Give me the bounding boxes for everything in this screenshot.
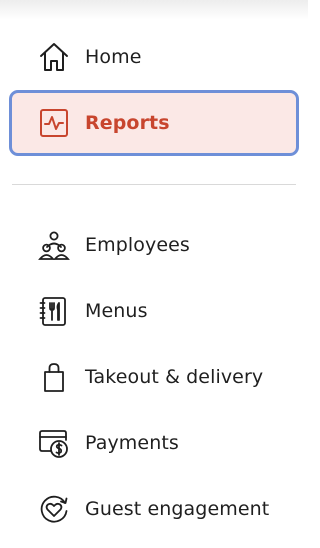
nav-item-guest-engagement[interactable]: Guest engagement	[0, 489, 308, 529]
nav-item-takeout-delivery[interactable]: Takeout & delivery	[0, 357, 308, 397]
nav-divider	[12, 184, 296, 185]
employees-icon	[37, 228, 71, 262]
nav-item-label: Takeout & delivery	[85, 366, 264, 388]
nav-item-reports[interactable]: Reports	[9, 90, 299, 156]
nav-item-menus[interactable]: Menus	[0, 291, 308, 331]
menus-icon	[37, 294, 71, 328]
nav-item-employees[interactable]: Employees	[0, 225, 308, 265]
guest-engagement-icon	[37, 492, 71, 526]
home-icon	[37, 40, 71, 74]
nav-item-label: Employees	[85, 234, 190, 256]
top-shadow	[0, 0, 308, 20]
nav-item-label: Menus	[85, 300, 148, 322]
shopping-bag-icon	[37, 360, 71, 394]
nav-item-payments[interactable]: Payments	[0, 423, 308, 463]
payments-icon	[37, 426, 71, 460]
nav-item-label: Payments	[85, 432, 179, 454]
nav-item-label: Guest engagement	[85, 498, 270, 520]
nav-item-label: Home	[85, 46, 142, 68]
reports-icon	[37, 106, 71, 140]
nav-item-label: Reports	[85, 112, 170, 134]
nav-item-home[interactable]: Home	[0, 37, 308, 77]
